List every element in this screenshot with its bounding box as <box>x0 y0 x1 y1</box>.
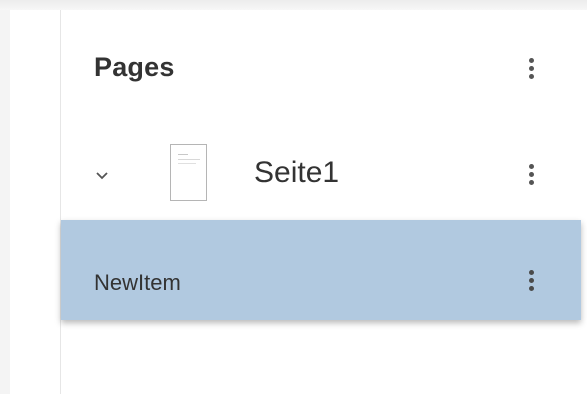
top-shadow <box>0 0 587 10</box>
chevron-down-icon[interactable] <box>94 169 110 181</box>
page-label: Seite1 <box>254 156 340 189</box>
item-row-newitem[interactable]: NewItem <box>61 220 581 320</box>
panel-header: Pages <box>61 10 581 128</box>
page-thumbnail-icon <box>170 144 207 201</box>
item-label: NewItem <box>94 270 181 295</box>
panel-title: Pages <box>94 52 175 82</box>
panel-more-vertical-icon[interactable] <box>528 56 534 82</box>
pages-panel: Pages Seite1 NewItem <box>61 10 581 394</box>
page-more-vertical-icon[interactable] <box>528 162 534 188</box>
page-row-seite1[interactable]: Seite1 <box>61 128 581 220</box>
item-more-vertical-icon[interactable] <box>528 268 534 294</box>
left-gutter <box>10 0 61 394</box>
left-edge-strip <box>0 0 10 394</box>
